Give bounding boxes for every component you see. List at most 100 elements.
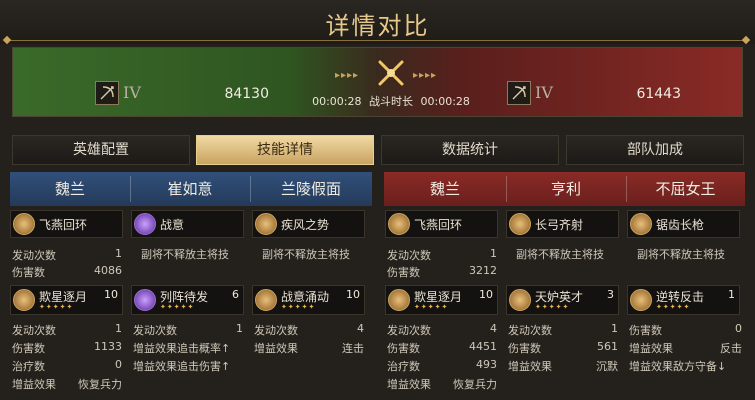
skill-icon [630,289,652,311]
skill-stars: ✦✦✦✦✦ [281,303,316,311]
stat-label: 增益效果 [12,378,56,391]
divider [506,176,507,202]
skill-icon [134,213,156,235]
troop-grade: IV [535,83,553,102]
skill-icon [509,213,531,235]
stat-label: 增益效果 [629,342,673,355]
bow-icon [507,81,531,105]
stat-label: 伤害数 [387,342,420,355]
skill-card[interactable]: 欺星逐月 ✦✦✦✦✦ 10 [385,285,498,315]
skill-card[interactable]: 长弓齐射 [506,210,619,238]
crossed-swords-icon [378,60,404,86]
hero-name-header: 魏兰 [10,172,130,206]
stat-value: 反击 [720,342,742,355]
skill-card[interactable]: 战意 [131,210,244,238]
divider [250,176,251,202]
troop-grade: IV [123,83,141,102]
skill-card[interactable]: 天妒英才 ✦✦✦✦✦ 3 [506,285,619,315]
tab-skill-details[interactable]: 技能详情 [196,135,374,165]
skill-name: 飞燕回环 [39,218,88,232]
stat-value: 3212 [469,264,497,277]
stat-value: 561 [597,340,618,353]
skill-note: 副将不释放主将技 [262,248,350,261]
divider [130,176,131,202]
skill-card[interactable]: 战意涌动 ✦✦✦✦✦ 10 [252,285,365,315]
stat-label: 发动次数 [508,324,552,337]
skill-stars: ✦✦✦✦✦ [39,303,74,311]
skill-card[interactable]: 飞燕回环 [385,210,498,238]
skill-icon [509,289,531,311]
hero-name-header: 魏兰 [384,172,506,206]
stat-value: 4 [490,322,497,335]
skill-icon [255,213,277,235]
skill-card[interactable]: 锯齿长枪 [627,210,740,238]
skill-icon [388,213,410,235]
skill-note: 副将不释放主将技 [141,248,229,261]
skill-level: 10 [104,288,118,301]
stat-value: 1 [115,247,122,260]
stat-value: 沉默 [596,360,618,373]
hero-name-header: 崔如意 [130,172,250,206]
skill-icon [13,289,35,311]
left-side-summary: IV 84130 [83,81,283,107]
tab-data-stats[interactable]: 数据统计 [381,135,559,165]
skill-stars: ✦✦✦✦✦ [535,303,570,311]
stat-label: 伤害数 [12,342,45,355]
tab-troop-bonus[interactable]: 部队加成 [566,135,744,165]
skill-icon [134,289,156,311]
skill-name: 战意 [160,218,185,232]
divider [626,176,627,202]
hero-name-header: 兰陵假面 [250,172,372,206]
stat-label: 增益效果敌方守备↓ [629,360,727,373]
stat-value: 0 [735,322,742,335]
tab-hero-config[interactable]: 英雄配置 [12,135,190,165]
stat-value: 0 [115,358,122,371]
stat-label: 增益效果追击概率↑ [133,342,231,355]
arrow-decoration-icon: ▸▸▸▸ [413,70,438,81]
stat-label: 增益效果 [387,378,431,391]
battle-duration-label: 战斗时长 [369,95,413,108]
arrow-decoration-icon: ▸▸▸▸ [335,70,360,81]
skill-card[interactable]: 欺星逐月 ✦✦✦✦✦ 10 [10,285,123,315]
stat-label: 发动次数 [387,324,431,337]
page-title: 详情对比 [325,12,430,40]
skill-name: 飞燕回环 [414,218,463,232]
skill-stars: ✦✦✦✦✦ [414,303,449,311]
skill-name: 长弓齐射 [535,218,584,232]
hero-name-header: 不屈女王 [626,172,745,206]
skill-level: 10 [479,288,493,301]
skill-stars: ✦✦✦✦✦ [656,303,691,311]
skill-name: 锯齿长枪 [656,218,705,232]
skill-card[interactable]: 飞燕回环 [10,210,123,238]
stat-label: 伤害数 [629,324,662,337]
skill-card[interactable]: 逆转反击 ✦✦✦✦✦ 1 [627,285,740,315]
stat-value: 4451 [469,340,497,353]
skill-icon [388,289,410,311]
stat-value: 1 [490,247,497,260]
skill-note: 副将不释放主将技 [516,248,604,261]
stat-label: 伤害数 [387,266,420,279]
battle-timer: ▸▸▸▸ ▸▸▸▸ 00:00:28 战斗时长 00:00:28 [301,58,481,108]
troop-power: 61443 [636,86,681,102]
bow-icon [95,81,119,105]
battle-summary-banner: IV 84130 ▸▸▸▸ ▸▸▸▸ 00:00:28 战斗时长 00:00:2… [12,47,743,117]
stat-value: 1133 [94,340,122,353]
skill-icon [255,289,277,311]
stat-value: 1 [115,322,122,335]
skill-level: 1 [728,288,735,301]
stat-value: 4086 [94,264,122,277]
stat-label: 增益效果 [254,342,298,355]
troop-power: 84130 [224,86,269,102]
skill-icon [13,213,35,235]
stat-label: 发动次数 [133,324,177,337]
stat-label: 伤害数 [12,266,45,279]
stat-label: 治疗数 [387,360,420,373]
title-bar: 详情对比 [0,0,755,45]
stat-value: 恢复兵力 [453,378,497,391]
stat-value: 1 [236,322,243,335]
skill-card[interactable]: 列阵待发 ✦✦✦✦✦ 6 [131,285,244,315]
skill-name: 疾风之势 [281,218,330,232]
stat-value: 1 [611,322,618,335]
skill-note: 副将不释放主将技 [637,248,725,261]
skill-card[interactable]: 疾风之势 [252,210,365,238]
